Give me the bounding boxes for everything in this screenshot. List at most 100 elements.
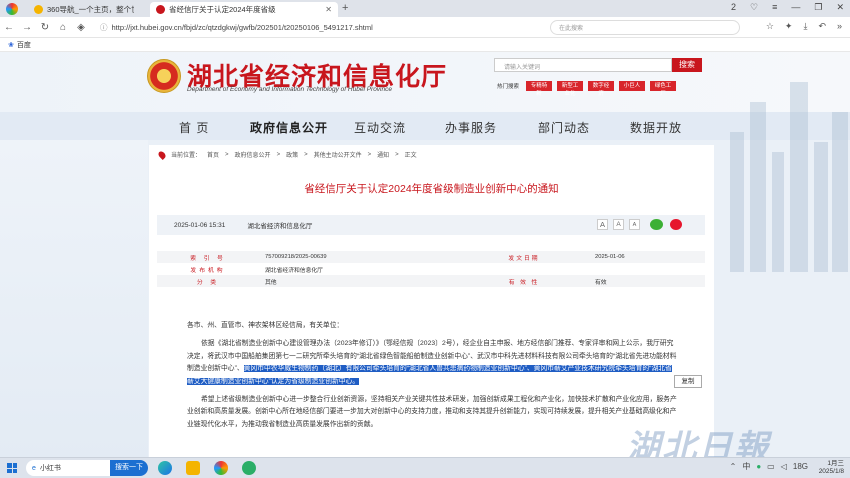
breadcrumb-home[interactable]: 首页: [207, 150, 219, 159]
left-background: [0, 140, 148, 457]
favorites-icon[interactable]: ☆: [766, 21, 774, 32]
tray-chevron-icon[interactable]: ⌃: [730, 462, 737, 471]
breadcrumb-current: 正文: [404, 153, 417, 159]
start-icon[interactable]: [7, 463, 17, 473]
nav-open-data[interactable]: 数据开放: [630, 119, 682, 136]
tab-active-article[interactable]: 省经信厅关于认定2024年度省级 ✕: [150, 2, 338, 17]
close-window-icon[interactable]: ✕: [836, 2, 844, 13]
nav-services[interactable]: 办事服务: [445, 119, 497, 136]
system-tray: ⌃ 中 ● ▭ ◁ 18G: [730, 461, 808, 472]
site-search-input[interactable]: 请输入关键词: [494, 58, 672, 72]
browser-360-app-icon[interactable]: [214, 461, 228, 475]
weather-indicator[interactable]: 18G: [793, 462, 808, 471]
edge-app-icon[interactable]: [158, 461, 172, 475]
location-icon: [157, 149, 167, 160]
clock-date: 2025/1/8: [818, 468, 844, 475]
nav-gov-info[interactable]: 政府信息公开: [250, 119, 328, 136]
font-medium-button[interactable]: A: [613, 219, 624, 230]
breadcrumb-gov-info[interactable]: 政府信息公开: [235, 150, 271, 159]
browser-logo-icon[interactable]: [6, 3, 18, 15]
info-row: 分 类 其他 有 效 性 有效: [157, 275, 705, 287]
font-large-button[interactable]: A: [597, 219, 608, 230]
tab-favicon-icon: [156, 5, 165, 14]
forward-icon[interactable]: →: [18, 22, 36, 33]
edge-search-icon: e: [32, 464, 36, 472]
validity-label: 有 效 性: [508, 279, 540, 286]
selected-text[interactable]: 黄冈市中农华威生物制药（湖北）有限公司牵头培育的“湖北省人兽共患病药物制造业创新…: [187, 365, 672, 385]
class-value: 其他: [265, 279, 277, 286]
wechat-tray-icon[interactable]: ●: [756, 462, 761, 471]
skin-icon[interactable]: ♡: [750, 2, 758, 13]
article-meta-bar: 2025-01-06 15:31 湖北省经济和信息化厅 A A A: [157, 215, 705, 235]
nav-interaction[interactable]: 互动交流: [354, 119, 406, 136]
url-field[interactable]: ⓘ http://jxt.hubei.gov.cn/fbjd/zc/qtzdgk…: [100, 20, 464, 35]
national-emblem-icon: [147, 59, 181, 93]
hot-word[interactable]: 小巨人: [619, 81, 646, 91]
breadcrumb-other-files[interactable]: 其他主动公开文件: [314, 150, 362, 159]
taskbar-search-text: 小红书: [39, 465, 61, 472]
bookmark-baidu[interactable]: 百度: [17, 40, 31, 50]
search-placeholder: 在此搜索: [559, 26, 584, 32]
article-body: 各市、州、直管市、神农架林区经信局，有关单位： 依据《湖北省制造业创新中心建设管…: [187, 320, 677, 437]
info-row: 发布机构 湖北省经济和信息化厅: [157, 263, 705, 275]
clock[interactable]: 1月三 2025/1/8: [819, 460, 844, 476]
wechat-share-icon[interactable]: [650, 219, 663, 230]
volume-icon[interactable]: ◁: [781, 462, 787, 471]
nav-home[interactable]: 首 页: [179, 119, 209, 136]
hubei-daily-watermark: 湖北日報: [626, 429, 770, 457]
download-icon[interactable]: ⤓: [803, 21, 807, 32]
weibo-share-icon[interactable]: [670, 219, 682, 230]
breadcrumb-sep: >: [367, 151, 372, 158]
article-panel: 当前位置： 首页 > 政府信息公开 > 政策 > 其他主动公开文件 > 通知 >…: [149, 145, 714, 457]
tab-360-nav[interactable]: 360导航_一个主页，整个世界 ✕: [28, 2, 134, 17]
ime-indicator[interactable]: 中: [742, 461, 750, 472]
tab-count-badge[interactable]: 2: [731, 2, 736, 13]
ai-icon[interactable]: ◈: [72, 22, 90, 33]
browser-search-input[interactable]: 在此搜索: [550, 20, 740, 35]
file-explorer-icon[interactable]: [186, 461, 200, 475]
more-icon[interactable]: »: [837, 21, 842, 32]
menu-icon[interactable]: ≡: [772, 2, 777, 13]
breadcrumb-label: 当前位置：: [171, 153, 202, 159]
tab-favicon-icon: [34, 5, 43, 14]
breadcrumb-sep: >: [225, 151, 229, 158]
back-icon[interactable]: ←: [0, 22, 18, 33]
nav-dept-news[interactable]: 部门动态: [538, 119, 590, 136]
wechat-app-icon[interactable]: [242, 461, 256, 475]
minimize-icon[interactable]: —: [791, 2, 800, 13]
site-search-button[interactable]: 搜索: [672, 58, 702, 72]
copy-button[interactable]: 复制: [674, 375, 702, 388]
hot-word[interactable]: 数字经济: [588, 81, 615, 97]
hot-word[interactable]: 专精特新: [526, 81, 553, 97]
article-source: 湖北省经济和信息化厅: [247, 223, 313, 230]
taskbar-search-button[interactable]: 搜索一下: [110, 460, 148, 476]
hot-word[interactable]: 绿色工厂: [650, 81, 677, 97]
breadcrumb-policy[interactable]: 政策: [286, 150, 298, 159]
reload-icon[interactable]: ↻: [36, 22, 54, 33]
hot-word[interactable]: 新型工业化: [557, 81, 584, 97]
baidu-icon: ❀: [8, 41, 14, 49]
restore-icon[interactable]: ❐: [814, 2, 822, 13]
security-icon[interactable]: ⓘ: [100, 22, 108, 33]
font-small-button[interactable]: A: [629, 219, 640, 230]
tab-label: 省经信厅关于认定2024年度省级: [169, 5, 276, 14]
web-page: 湖北省经济和信息化厅 Department of Economy and Inf…: [0, 52, 850, 457]
address-toolbar: ← → ↻ ⌂ ◈ ⓘ http://jxt.hubei.gov.cn/fbjd…: [0, 17, 850, 38]
browser-tab-bar: 360导航_一个主页，整个世界 ✕ 省经信厅关于认定2024年度省级 ✕ + 2…: [0, 0, 850, 17]
network-icon[interactable]: ▭: [767, 462, 775, 471]
document-info-table: 索 引 号 757009218/2025-00639 发文日期 2025-01-…: [157, 251, 705, 287]
article-title: 省经信厅关于认定2024年度省级制造业创新中心的通知: [304, 183, 559, 195]
taskbar-search-input[interactable]: e 小红书 搜索一下: [26, 460, 148, 476]
breadcrumb-notice[interactable]: 通知: [377, 150, 389, 159]
close-tab-icon[interactable]: ✕: [325, 5, 332, 14]
extensions-icon[interactable]: ✦: [785, 21, 793, 32]
index-value: 757009218/2025-00639: [265, 254, 327, 260]
new-tab-icon[interactable]: +: [342, 2, 348, 14]
date-label: 发文日期: [508, 255, 540, 262]
breadcrumb-sep: >: [276, 151, 281, 158]
hot-search: 热门搜索 专精特新 新型工业化 数字经济 小巨人 绿色工厂: [497, 81, 677, 97]
paragraph-1: 依据《湖北省制造业创新中心建设管理办法（2023年修订）》（鄂经信规〔2023〕…: [187, 338, 677, 388]
undo-icon[interactable]: ↶: [818, 21, 826, 32]
home-icon[interactable]: ⌂: [54, 22, 72, 33]
tab-label: 360导航_一个主页，整个世界: [47, 5, 134, 14]
